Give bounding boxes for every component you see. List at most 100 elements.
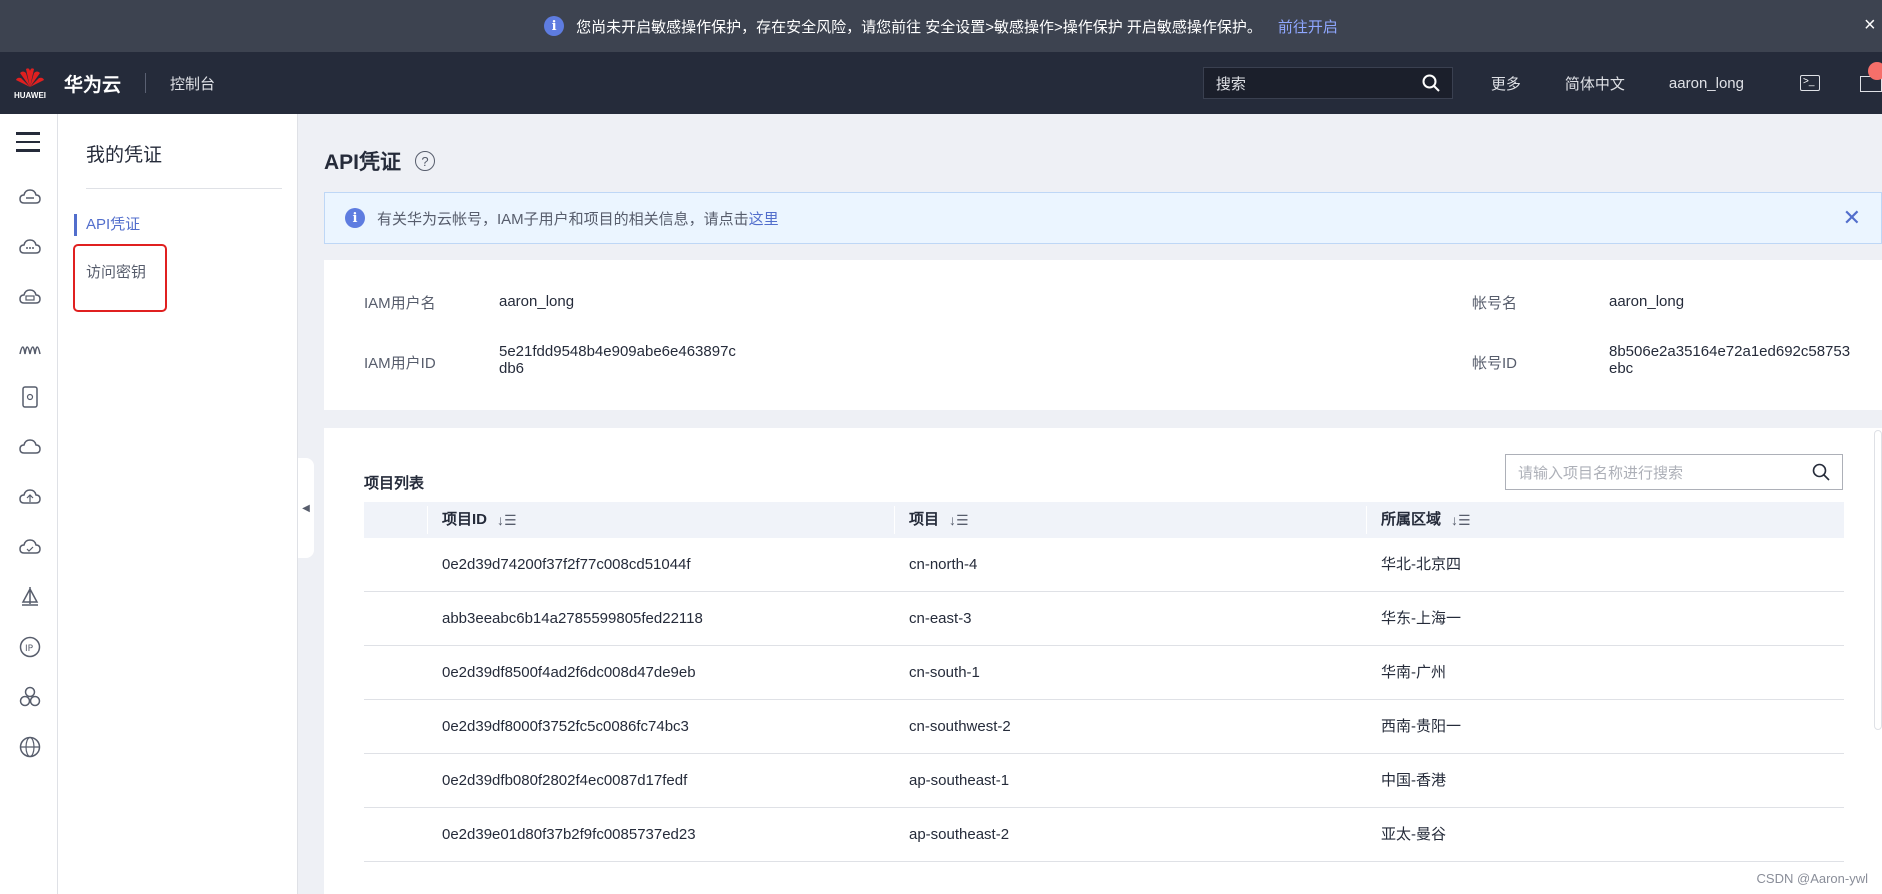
- project-table: 项目ID ↓☰ 项目 ↓☰ 所属区域 ↓☰ 0e2d39d74200f37f2f…: [364, 502, 1844, 862]
- project-id-cell: 0e2d39e01d80f37b2f9fc0085737ed23: [442, 826, 696, 843]
- storage-icon[interactable]: [19, 386, 41, 408]
- cloud-outline-icon[interactable]: [19, 436, 41, 458]
- language-select[interactable]: 简体中文: [1565, 73, 1625, 94]
- project-id-cell: 0e2d39d74200f37f2f77c008cd51044f: [442, 556, 691, 573]
- annotation-highlight-box: [73, 244, 167, 312]
- iam-user-id-label: IAM用户ID: [364, 355, 436, 372]
- project-cell: ap-southeast-1: [909, 772, 1010, 789]
- project-cell: ap-southeast-2: [909, 826, 1010, 843]
- info-icon: i: [544, 16, 565, 36]
- account-id-line2: ebc: [1609, 360, 1634, 377]
- close-icon[interactable]: ✕: [1843, 205, 1861, 231]
- credentials-sidebar: 我的凭证 API凭证 访问密钥: [58, 114, 298, 894]
- project-cell: cn-north-4: [909, 556, 978, 573]
- table-row: 0e2d39df8500f4ad2f6dc008d47de9eb cn-south…: [364, 646, 1844, 700]
- column-label: 项目: [909, 511, 940, 528]
- region-cell: 中国-香港: [1381, 772, 1446, 789]
- info-icon: i: [345, 208, 365, 228]
- table-row: abb3eeabc6b14a2785599805fed22118 cn-east-…: [364, 592, 1844, 646]
- table-row: 0e2d39df8000f3752fc5c0086fc74bc3 cn-south…: [364, 700, 1844, 754]
- user-info-card: IAM用户名 aaron_long 帐号名 aaron_long IAM用户ID…: [324, 260, 1882, 410]
- sidebar-collapse-toggle[interactable]: ◀: [298, 458, 314, 558]
- more-menu[interactable]: 更多: [1491, 73, 1521, 94]
- global-search-input[interactable]: 搜索: [1202, 67, 1453, 99]
- huawei-flower-icon: [16, 67, 44, 87]
- column-label: 项目ID: [442, 511, 488, 528]
- project-search-placeholder: 请输入项目名称进行搜索: [1518, 464, 1684, 482]
- notification-badge: [1868, 62, 1882, 80]
- page-title-text: API凭证: [324, 151, 402, 174]
- svg-text:IP: IP: [25, 644, 34, 654]
- column-header-project[interactable]: 项目 ↓☰: [909, 502, 969, 538]
- project-id-cell: 0e2d39dfb080f2802f4ec0087d17fedf: [442, 772, 688, 789]
- iam-username-label: IAM用户名: [364, 295, 436, 312]
- table-row: 0e2d39dfb080f2802f4ec0087d17fedf ap-south…: [364, 754, 1844, 808]
- project-cell: cn-east-3: [909, 610, 972, 627]
- database-icon[interactable]: [19, 286, 41, 308]
- ip-icon[interactable]: IP: [19, 636, 41, 658]
- terminal-icon[interactable]: >_: [1800, 75, 1820, 91]
- security-warning-bar: i 您尚未开启敏感操作保护，存在安全风险，请您前往 安全设置>敏感操作>操作保护…: [0, 0, 1882, 52]
- project-search-input[interactable]: 请输入项目名称进行搜索: [1505, 454, 1843, 490]
- table-body: 0e2d39d74200f37f2f77c008cd51044f cn-north…: [364, 538, 1844, 862]
- column-label: 所属区域: [1381, 511, 1442, 528]
- project-id-cell: 0e2d39df8000f3752fc5c0086fc74bc3: [442, 718, 689, 735]
- enable-protection-link[interactable]: 前往开启: [1278, 16, 1338, 37]
- region-cell: 亚太-曼谷: [1381, 826, 1446, 843]
- cloud-server-icon[interactable]: [19, 186, 41, 208]
- top-header: HUAWEI 华为云 控制台 搜索 更多 简体中文 aaron_long >_: [0, 52, 1882, 114]
- cluster-icon[interactable]: [19, 686, 41, 708]
- sidebar-item-api-credentials[interactable]: API凭证: [74, 214, 140, 236]
- account-name-label: 帐号名: [1472, 295, 1518, 312]
- table-header: 项目ID ↓☰ 项目 ↓☰ 所属区域 ↓☰: [364, 502, 1844, 538]
- cloud-sync-icon[interactable]: [19, 536, 41, 558]
- globe-icon[interactable]: [19, 736, 41, 758]
- warning-text: 您尚未开启敏感操作保护，存在安全风险，请您前往 安全设置>敏感操作>操作保护 开…: [576, 18, 1262, 36]
- network-icon[interactable]: [19, 336, 41, 358]
- project-list-title: 项目列表: [364, 475, 425, 492]
- column-header-region[interactable]: 所属区域 ↓☰: [1381, 502, 1471, 538]
- cloud-upload-icon[interactable]: [19, 486, 41, 508]
- brand-name[interactable]: 华为云: [64, 70, 121, 97]
- menu-icon[interactable]: [16, 132, 40, 152]
- region-cell: 西南-贵阳一: [1381, 718, 1461, 735]
- region-cell: 华东-上海一: [1381, 610, 1461, 627]
- sort-icon[interactable]: ↓☰: [949, 502, 969, 538]
- iam-user-id-line1: 5e21fdd9548b4e909abe6e463897c: [499, 343, 736, 360]
- cloud-icon[interactable]: [19, 236, 41, 258]
- region-cell: 华北-北京四: [1381, 556, 1461, 573]
- search-icon[interactable]: [1812, 463, 1830, 481]
- console-link[interactable]: 控制台: [170, 73, 215, 94]
- project-id-cell: abb3eeabc6b14a2785599805fed22118: [442, 610, 703, 627]
- ship-icon[interactable]: [19, 586, 41, 608]
- iam-user-id-line2: db6: [499, 360, 525, 377]
- project-cell: cn-south-1: [909, 664, 980, 681]
- project-list-card: 项目列表 请输入项目名称进行搜索 项目ID ↓☰ 项目 ↓☰ 所属区域 ↓☰ 0…: [324, 428, 1882, 894]
- table-row: 0e2d39d74200f37f2f77c008cd51044f cn-north…: [364, 538, 1844, 592]
- region-cell: 华南-广州: [1381, 664, 1446, 681]
- page-title: API凭证 ?: [324, 146, 436, 176]
- logo-wordmark: HUAWEI: [14, 90, 46, 100]
- scrollbar[interactable]: [1874, 430, 1882, 730]
- huawei-logo[interactable]: HUAWEI: [0, 52, 60, 114]
- project-cell: cn-southwest-2: [909, 718, 1011, 735]
- service-icon-rail: IP: [0, 114, 58, 894]
- close-icon[interactable]: ×: [1864, 14, 1882, 36]
- notice-link[interactable]: 这里: [749, 208, 779, 229]
- column-header-project-id[interactable]: 项目ID ↓☰: [442, 502, 517, 538]
- messages-button[interactable]: [1860, 52, 1882, 114]
- account-id-line1: 8b506e2a35164e72a1ed692c58753: [1609, 343, 1851, 360]
- search-icon[interactable]: [1422, 74, 1440, 92]
- sort-icon[interactable]: ↓☰: [497, 502, 517, 538]
- account-name-value: aaron_long: [1609, 293, 1685, 310]
- info-notice: i 有关华为云帐号，IAM子用户和项目的相关信息，请点击 这里 ✕: [324, 192, 1882, 244]
- notice-text: 有关华为云帐号，IAM子用户和项目的相关信息，请点击: [377, 210, 749, 228]
- main-content: API凭证 ? i 有关华为云帐号，IAM子用户和项目的相关信息，请点击 这里 …: [314, 114, 1882, 894]
- header-divider: [145, 73, 147, 93]
- help-icon[interactable]: ?: [415, 151, 436, 171]
- account-id-label: 帐号ID: [1472, 355, 1518, 372]
- table-row: 0e2d39e01d80f37b2f9fc0085737ed23 ap-south…: [364, 808, 1844, 862]
- sidebar-divider: [86, 188, 282, 189]
- user-menu[interactable]: aaron_long: [1669, 75, 1744, 92]
- sort-icon[interactable]: ↓☰: [1451, 502, 1471, 538]
